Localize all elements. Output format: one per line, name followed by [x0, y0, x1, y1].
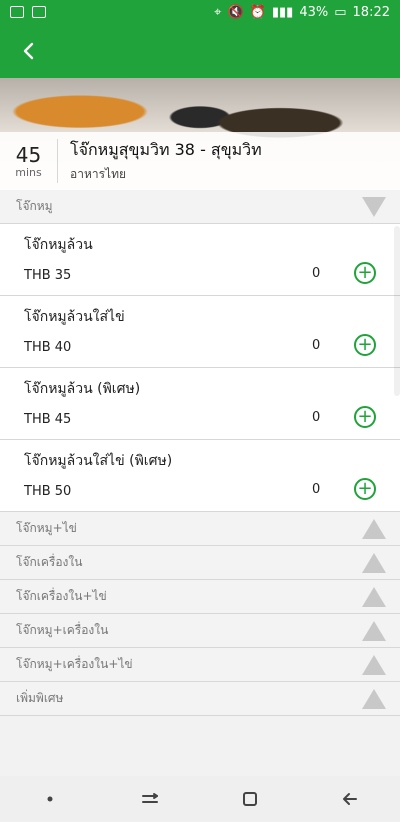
plus-circle-icon[interactable]: +: [354, 478, 376, 500]
menu-item-price: THB 45: [24, 412, 72, 427]
app-bar: [0, 24, 400, 78]
menu-item: โจ๊กหมูล้วนใส่ไข่ (พิเศษ) THB 50 0 +: [0, 440, 400, 512]
menu-item-qty: 0: [312, 482, 321, 497]
recent-apps-icon[interactable]: [133, 782, 167, 816]
menu-item-title: โจ๊กหมูล้วน (พิเศษ): [24, 381, 141, 397]
category-header[interactable]: โจ๊กหมู+เครื่องใน+ไข่: [0, 648, 400, 682]
restaurant-info: โจ๊กหมูสุขุมวิท 38 - สุขุมวิท อาหารไทย: [58, 138, 262, 184]
category-title: โจ๊กหมู+เครื่องใน: [16, 623, 109, 637]
category-title: โจ๊กหมู+เครื่องใน+ไข่: [16, 657, 133, 671]
status-right: ⌖ 🔇 ⏰ ▮▮▮ 43% ▭ 18:22: [214, 5, 390, 20]
category-title: โจ๊กหมู: [16, 199, 53, 213]
menu-item-price: THB 35: [24, 268, 72, 283]
category-header[interactable]: โจ๊กเครื่องใน+ไข่: [0, 580, 400, 614]
battery-percent: 43%: [299, 4, 329, 20]
menu-list: โจ๊กหมู โจ๊กหมูล้วน THB 35 0 + โจ๊กหมูล้…: [0, 190, 400, 716]
menu-item-title: โจ๊กหมูล้วนใส่ไข่: [24, 309, 125, 325]
menu-item-qty: 0: [312, 338, 321, 353]
menu-item: โจ๊กหมูล้วน (พิเศษ) THB 45 0 +: [0, 368, 400, 440]
category-title: โจ๊กเครื่องใน+ไข่: [16, 589, 107, 603]
battery-icon: ▭: [334, 4, 347, 20]
status-bar: ⌖ 🔇 ⏰ ▮▮▮ 43% ▭ 18:22: [0, 0, 400, 24]
plus-circle-icon[interactable]: +: [354, 334, 376, 356]
menu-item: โจ๊กหมูล้วน THB 35 0 +: [0, 224, 400, 296]
delivery-time-number: 45: [15, 142, 42, 167]
plus-circle-icon[interactable]: +: [354, 262, 376, 284]
collapse-triangle-icon[interactable]: [362, 197, 386, 217]
nav-dot-icon[interactable]: [33, 782, 67, 816]
category-title: โจ๊กเครื่องใน: [16, 555, 83, 569]
category-title: เพิ่มพิเศษ: [16, 691, 64, 705]
signal-icon: ▮▮▮: [271, 4, 294, 20]
clock: 18:22: [352, 4, 390, 20]
category-header[interactable]: โจ๊กหมู+เครื่องใน: [0, 614, 400, 648]
category-header-expanded[interactable]: โจ๊กหมู: [0, 190, 400, 224]
back-nav-icon[interactable]: [333, 782, 367, 816]
category-header[interactable]: โจ๊กเครื่องใน: [0, 546, 400, 580]
mail-icon: [32, 6, 46, 18]
gallery-icon: [10, 6, 24, 18]
expand-triangle-icon[interactable]: [362, 587, 386, 607]
status-left: [10, 6, 46, 18]
expand-triangle-icon[interactable]: [362, 655, 386, 675]
system-nav-bar: [0, 776, 400, 822]
location-icon: ⌖: [214, 4, 222, 20]
expand-triangle-icon[interactable]: [362, 553, 386, 573]
mute-icon: 🔇: [227, 4, 244, 20]
menu-item-price: THB 40: [24, 340, 72, 355]
restaurant-cuisine: อาหารไทย: [70, 167, 127, 181]
home-icon[interactable]: [233, 782, 267, 816]
delivery-time-unit: mins: [15, 165, 42, 179]
menu-item-price: THB 50: [24, 484, 72, 499]
category-header[interactable]: โจ๊กหมู+ไข่: [0, 512, 400, 546]
expand-triangle-icon[interactable]: [362, 519, 386, 539]
menu-item-title: โจ๊กหมูล้วนใส่ไข่ (พิเศษ): [24, 453, 173, 469]
menu-item-qty: 0: [312, 410, 321, 425]
restaurant-name: โจ๊กหมูสุขุมวิท 38 - สุขุมวิท: [70, 140, 262, 159]
menu-item-title: โจ๊กหมูล้วน: [24, 237, 93, 253]
delivery-time: 45 mins: [0, 139, 58, 183]
expand-triangle-icon[interactable]: [362, 689, 386, 709]
expand-triangle-icon[interactable]: [362, 621, 386, 641]
menu-item-qty: 0: [312, 266, 321, 281]
category-header[interactable]: เพิ่มพิเศษ: [0, 682, 400, 716]
back-arrow-icon[interactable]: [14, 36, 44, 66]
alarm-icon: ⏰: [249, 4, 266, 20]
scrollbar[interactable]: [394, 226, 400, 396]
menu-item: โจ๊กหมูล้วนใส่ไข่ THB 40 0 +: [0, 296, 400, 368]
category-title: โจ๊กหมู+ไข่: [16, 521, 77, 535]
restaurant-header: 45 mins โจ๊กหมูสุขุมวิท 38 - สุขุมวิท อา…: [0, 132, 400, 190]
plus-circle-icon[interactable]: +: [354, 406, 376, 428]
